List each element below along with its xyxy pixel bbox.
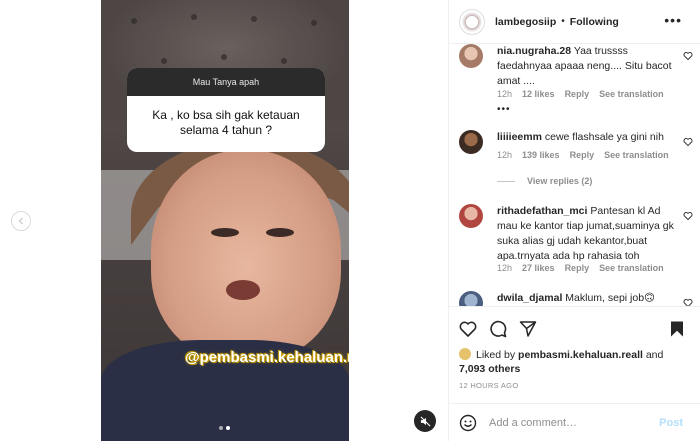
comment-meta: 12h 12 likes Reply See translation (497, 89, 664, 99)
comment-options-icon[interactable]: ••• (497, 104, 511, 115)
view-replies-button[interactable]: View replies (2) (497, 176, 592, 186)
see-translation-button[interactable]: See translation (599, 89, 664, 99)
following-button[interactable]: Following (570, 16, 619, 28)
like-comment-heart-icon[interactable] (683, 137, 693, 147)
comment-body: nia.nugraha.28 Yaa trussss faedahnyaa ap… (497, 44, 675, 89)
likes-summary: Liked by pembasmi.kehaluan.reall and 7,0… (459, 348, 663, 376)
view-replies-label[interactable]: View replies (2) (527, 176, 592, 186)
story-question-sticker: Mau Tanya apah Ka , ko bsa sih gak ketau… (127, 68, 325, 152)
comment-username[interactable]: rithadefathan_mci (497, 205, 587, 217)
previous-post-button[interactable] (11, 211, 31, 231)
comment-meta: 12h 27 likes Reply See translation (497, 263, 664, 273)
comment-body: liiiieemm cewe flashsale ya gini nih (497, 130, 675, 145)
liked-by-prefix: Liked by (476, 349, 519, 361)
post-comment-button[interactable]: Post (659, 417, 683, 429)
likes-others-count[interactable]: 7,093 others (459, 363, 520, 375)
share-icon[interactable] (519, 320, 537, 338)
emoji-icon[interactable] (459, 414, 477, 432)
see-translation-button[interactable]: See translation (604, 150, 669, 160)
comment-avatar[interactable] (459, 204, 483, 228)
post-side-panel: lambegosiip • Following ••• nia.nugraha.… (448, 0, 700, 441)
comment-likes[interactable]: 12 likes (522, 89, 555, 99)
comment-avatar[interactable] (459, 130, 483, 154)
header-username[interactable]: lambegosiip (495, 16, 556, 28)
see-translation-button[interactable]: See translation (599, 263, 664, 273)
like-comment-heart-icon[interactable] (683, 298, 693, 306)
post-action-bar (449, 306, 700, 344)
mute-button[interactable] (414, 410, 436, 432)
carousel-dots (219, 426, 230, 430)
comment-time: 12h (497, 89, 513, 99)
heart-icon[interactable] (459, 320, 477, 338)
liker-avatar[interactable] (459, 348, 471, 360)
comment-likes[interactable]: 27 likes (522, 263, 555, 273)
profile-avatar[interactable] (459, 8, 485, 35)
post-media-video[interactable]: Mau Tanya apah Ka , ko bsa sih gak ketau… (101, 0, 349, 441)
question-text: Ka , ko bsa sih gak ketauan selama 4 tah… (152, 108, 300, 137)
comment-text: cewe flashsale ya gini nih (544, 131, 664, 143)
post-timestamp[interactable]: 12 HOURS AGO (459, 381, 518, 390)
comment-body: dwila_djamal Maklum, sepi job🙃 (497, 291, 675, 306)
save-bookmark-icon[interactable] (668, 320, 686, 338)
left-gutter (0, 0, 101, 441)
comment-username[interactable]: liiiieemm (497, 131, 542, 143)
reply-button[interactable]: Reply (570, 150, 595, 160)
face (151, 150, 341, 360)
eye-right (266, 228, 294, 237)
mouth (226, 280, 260, 300)
add-comment-input[interactable] (489, 416, 659, 429)
eye-left (211, 228, 239, 237)
comment-likes[interactable]: 139 likes (522, 150, 560, 160)
add-comment-bar: Post (449, 403, 700, 441)
comment-avatar[interactable] (459, 291, 483, 306)
question-prompt: Mau Tanya apah (127, 68, 325, 96)
liked-by-user[interactable]: pembasmi.kehaluan.reall (518, 349, 643, 361)
comment-username[interactable]: nia.nugraha.28 (497, 45, 571, 57)
reply-button[interactable]: Reply (565, 263, 590, 273)
comment-icon[interactable] (489, 320, 507, 338)
chevron-left-icon (18, 217, 23, 225)
watermark-text: @pembasmi.kehaluan.reall (185, 349, 349, 366)
comment-avatar[interactable] (459, 44, 483, 68)
comment-time: 12h (497, 150, 513, 160)
carousel-dot-active (226, 426, 230, 430)
comment-text: Maklum, sepi job🙃 (565, 292, 656, 304)
like-comment-heart-icon[interactable] (683, 51, 693, 61)
comment-username[interactable]: dwila_djamal (497, 292, 562, 304)
more-options-icon[interactable]: ••• (664, 13, 682, 27)
speaker-muted-icon (420, 416, 430, 426)
reply-button[interactable]: Reply (565, 89, 590, 99)
replies-divider-line (497, 180, 515, 182)
post-header: lambegosiip • Following ••• (449, 0, 700, 44)
like-comment-heart-icon[interactable] (683, 211, 693, 221)
comment-meta: 12h 139 likes Reply See translation (497, 150, 669, 160)
instagram-post-page: Mau Tanya apah Ka , ko bsa sih gak ketau… (0, 0, 700, 441)
liked-by-and: and (642, 349, 664, 361)
header-separator: • (561, 16, 565, 27)
carousel-dot (219, 426, 223, 430)
comments-list: nia.nugraha.28 Yaa trussss faedahnyaa ap… (449, 44, 700, 306)
comment-body: rithadefathan_mci Pantesan kl Ad mau ke … (497, 204, 675, 264)
comment-time: 12h (497, 263, 513, 273)
